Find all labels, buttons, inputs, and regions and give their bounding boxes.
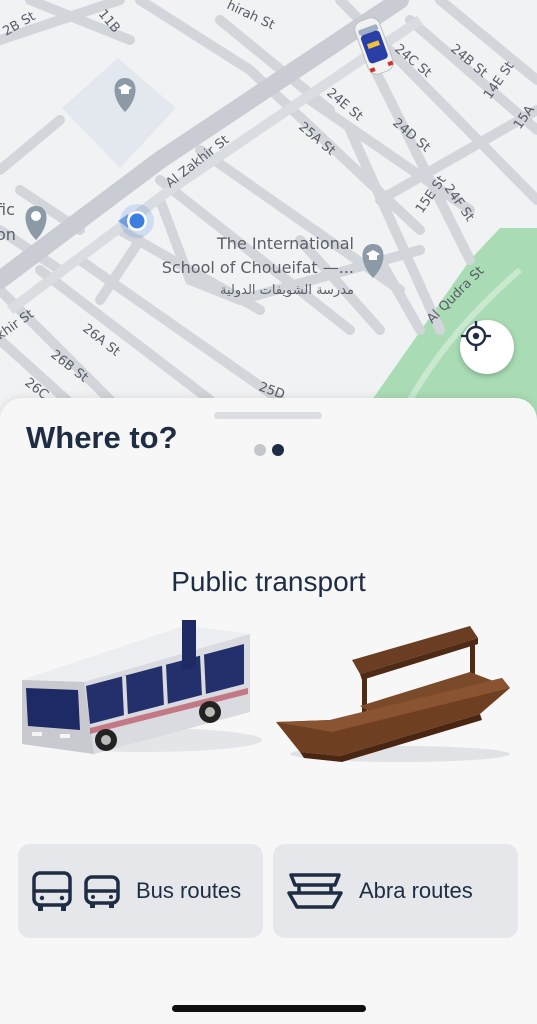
poi-label: fic [0, 200, 15, 219]
abra-routes-label: Abra routes [359, 878, 473, 903]
crosshair-icon [461, 321, 491, 351]
recenter-location-button[interactable] [460, 320, 514, 374]
section-title: Public transport [171, 566, 366, 597]
poi-label-arabic: مدرسة الشويفات الدولية [220, 283, 354, 298]
poi-label: The International [216, 234, 354, 253]
sheet-drag-handle[interactable] [214, 412, 322, 419]
bus-routes-button[interactable]: Bus routes [18, 844, 263, 938]
sheet-title: Where to? [26, 420, 178, 455]
street-label: 25A St [295, 120, 338, 159]
bottom-sheet[interactable]: Where to? Public transport Bus routes Ab… [0, 398, 537, 1024]
page-indicator[interactable] [254, 444, 284, 456]
home-indicator[interactable] [172, 1005, 366, 1012]
abra-routes-button[interactable]: Abra routes [273, 844, 518, 938]
abra-boat-icon [287, 873, 343, 909]
abra-boat-illustration [276, 626, 510, 762]
page-dot-active[interactable] [272, 444, 284, 456]
bus-front-icon [32, 871, 72, 911]
bus-illustration [22, 620, 262, 754]
poi-label: School of Choueifat —... [162, 258, 354, 277]
map-view[interactable]: 2B St 11B hirah St Al Zakhir St 25A St 2… [0, 0, 537, 430]
page-dot[interactable] [254, 444, 266, 456]
map-canvas[interactable]: 2B St 11B hirah St Al Zakhir St 25A St 2… [0, 0, 537, 430]
poi-label: on [0, 225, 16, 244]
poi-pin-icon [25, 206, 47, 240]
bus-icon [84, 875, 120, 908]
bus-routes-label: Bus routes [136, 878, 242, 903]
